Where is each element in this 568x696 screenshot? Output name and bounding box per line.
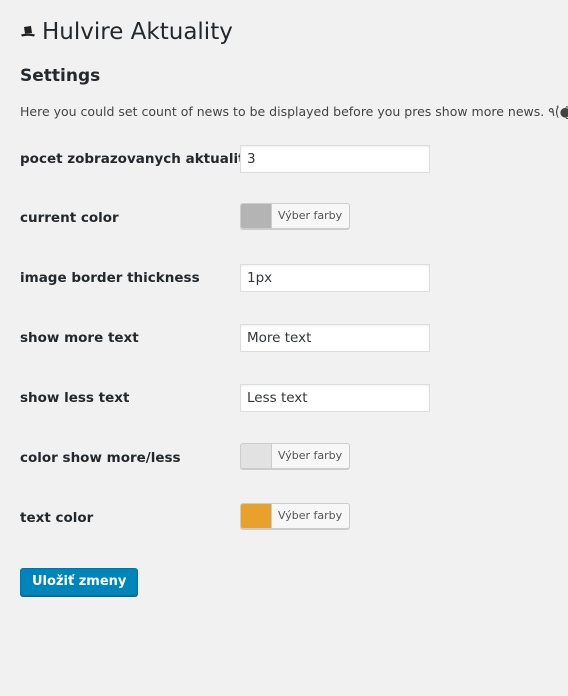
color-show-more-less-label: color show more/less bbox=[20, 450, 181, 466]
current-color-swatch[interactable] bbox=[241, 204, 272, 228]
color-show-more-less-row: color show more/less Výber farby bbox=[20, 443, 548, 472]
news-count-label: pocet zobrazovanych aktualit bbox=[20, 151, 245, 167]
show-more-input[interactable]: More text bbox=[240, 324, 430, 352]
news-count-row: pocet zobrazovanych aktualit 3 bbox=[20, 145, 548, 173]
news-count-input[interactable]: 3 bbox=[240, 145, 430, 173]
hat-icon bbox=[20, 24, 36, 40]
section-title: Settings bbox=[20, 66, 101, 86]
intro-text: Here you could set count of news to be d… bbox=[20, 104, 568, 119]
current-color-picker-label: Výber farby bbox=[278, 209, 343, 222]
color-show-more-less-picker[interactable]: Výber farby bbox=[240, 443, 351, 469]
show-less-input[interactable]: Less text bbox=[240, 384, 430, 412]
text-color-picker[interactable]: Výber farby bbox=[240, 503, 351, 529]
show-less-row: show less text Less text bbox=[20, 384, 548, 412]
color-show-more-less-picker-label: Výber farby bbox=[278, 449, 343, 462]
current-color-row: current color Výber farby bbox=[20, 203, 548, 232]
show-more-label: show more text bbox=[20, 330, 139, 346]
image-border-input[interactable]: 1px bbox=[240, 264, 430, 292]
text-color-row: text color Výber farby bbox=[20, 503, 548, 532]
text-color-label: text color bbox=[20, 510, 94, 526]
save-button[interactable]: Uložiť zmeny bbox=[20, 568, 139, 596]
image-border-label: image border thickness bbox=[20, 270, 200, 286]
color-show-more-less-swatch[interactable] bbox=[241, 444, 272, 468]
text-color-swatch[interactable] bbox=[241, 504, 272, 528]
image-border-row: image border thickness 1px bbox=[20, 264, 548, 292]
settings-page: Hulvire Aktuality Settings Here you coul… bbox=[0, 0, 568, 696]
current-color-label: current color bbox=[20, 210, 119, 226]
current-color-picker[interactable]: Výber farby bbox=[240, 203, 351, 229]
show-more-row: show more text More text bbox=[20, 324, 548, 352]
page-header: Hulvire Aktuality bbox=[20, 19, 233, 45]
show-less-label: show less text bbox=[20, 390, 130, 406]
page-title: Hulvire Aktuality bbox=[42, 19, 233, 45]
text-color-picker-label: Výber farby bbox=[278, 509, 343, 522]
